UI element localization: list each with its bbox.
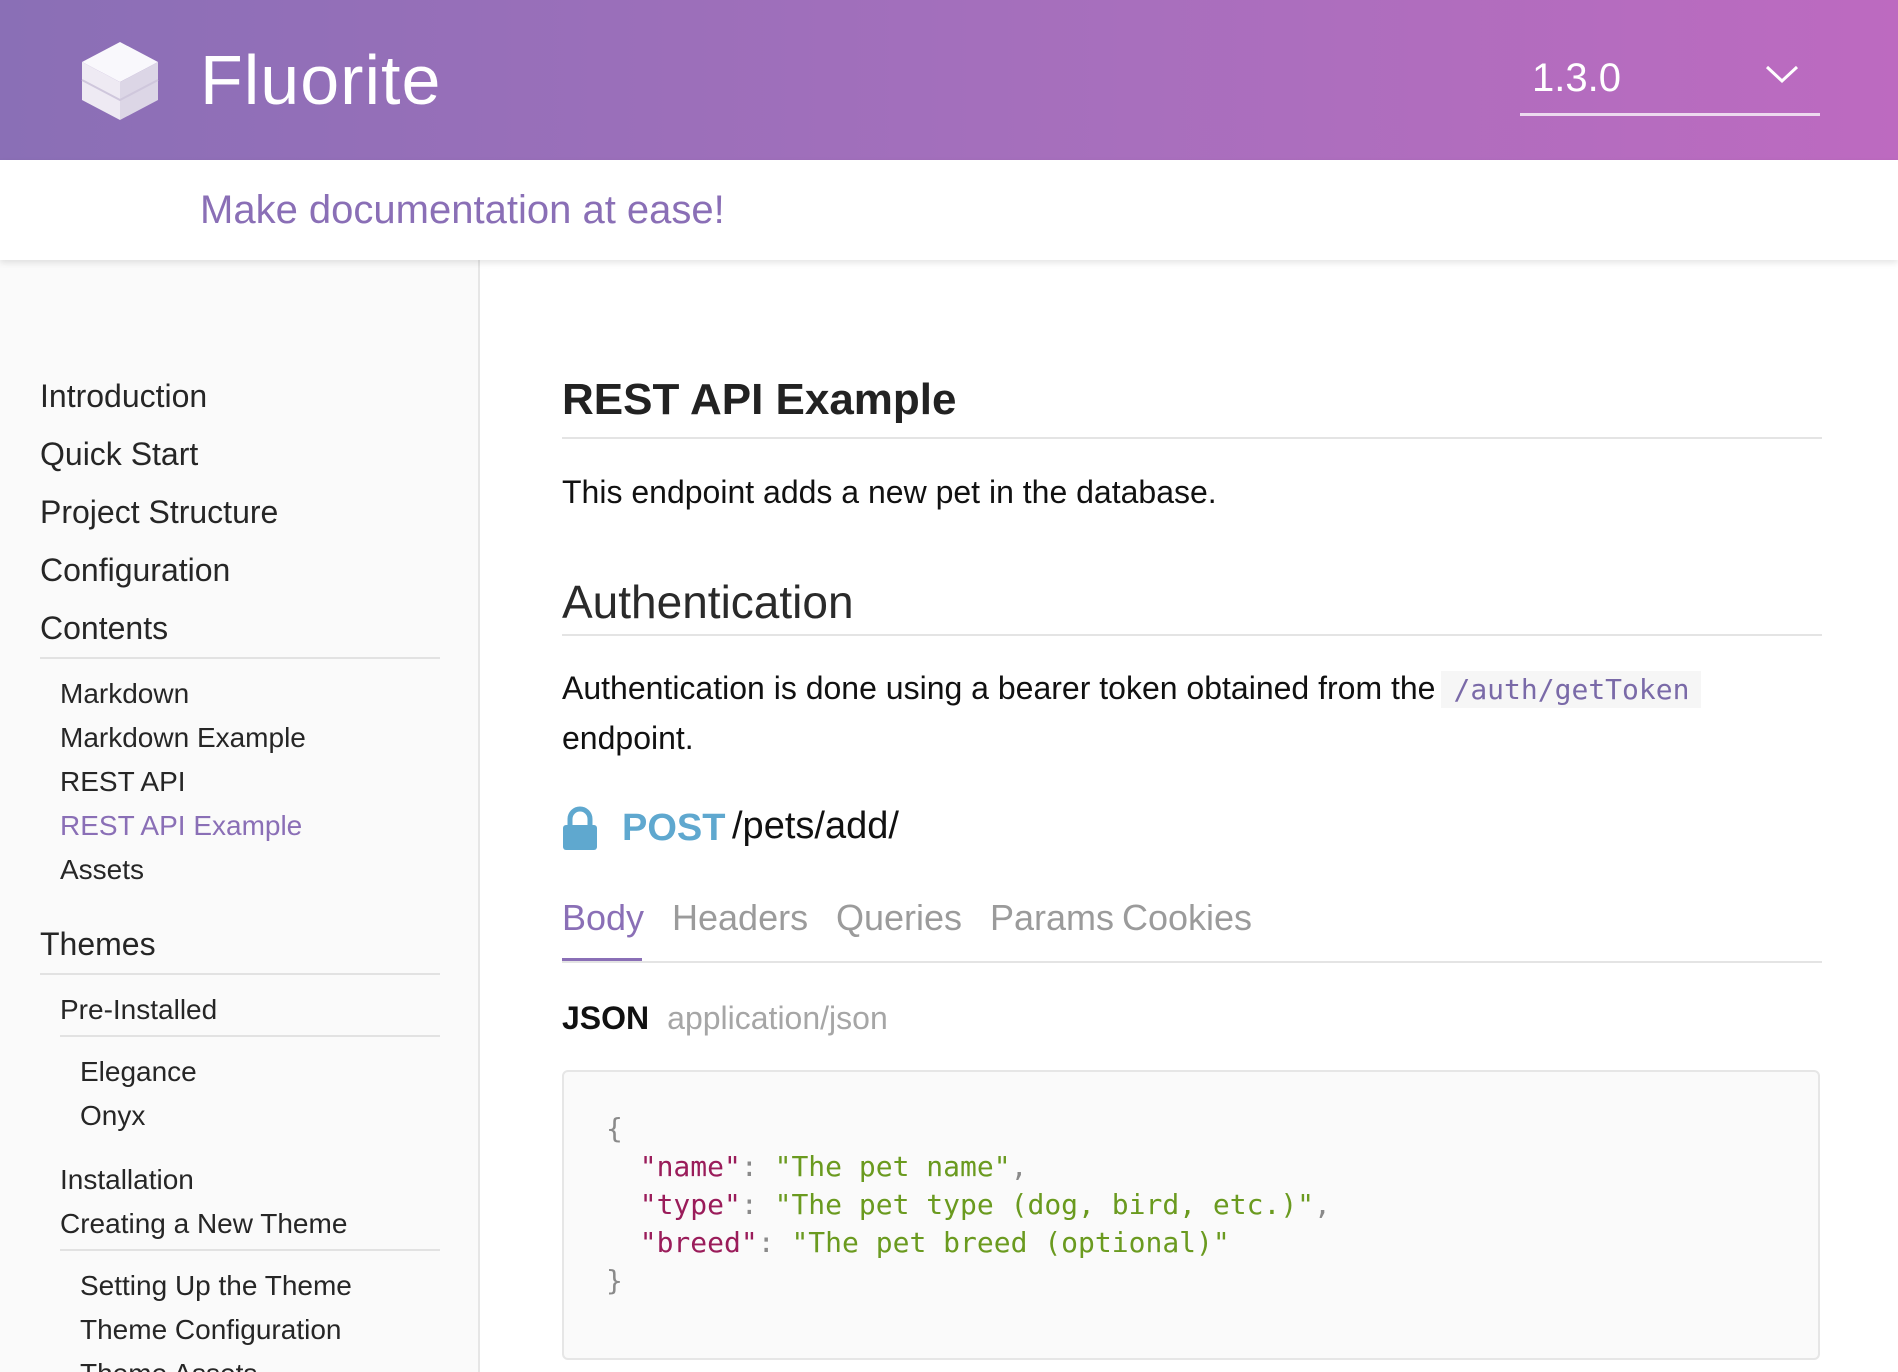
sidebar-item-rest-api[interactable]: REST API bbox=[60, 764, 186, 800]
sidebar-item-introduction[interactable]: Introduction bbox=[40, 376, 207, 416]
code-brace-close: } bbox=[606, 1264, 623, 1297]
code-value: "The pet breed (optional)" bbox=[791, 1226, 1230, 1259]
tagline: Make documentation at ease! bbox=[200, 188, 725, 232]
sidebar-item-setting-up-theme[interactable]: Setting Up the Theme bbox=[80, 1268, 352, 1304]
intro-text: This endpoint adds a new pet in the data… bbox=[562, 474, 1217, 510]
app-title[interactable]: Fluorite bbox=[200, 36, 441, 124]
sidebar-item-contents[interactable]: Contents bbox=[40, 608, 168, 648]
code-value: "The pet name" bbox=[774, 1150, 1011, 1183]
sidebar-item-rest-api-example[interactable]: REST API Example bbox=[60, 808, 302, 844]
cube-logo-icon[interactable] bbox=[78, 38, 162, 122]
sidebar-item-installation[interactable]: Installation bbox=[60, 1162, 194, 1198]
sidebar-divider bbox=[40, 657, 440, 659]
code-line: "breed": "The pet breed (optional)" bbox=[639, 1226, 1230, 1259]
code-line: { bbox=[606, 1110, 623, 1148]
sidebar-item-project-structure[interactable]: Project Structure bbox=[40, 492, 278, 532]
tab-cookies[interactable]: Cookies bbox=[1122, 888, 1252, 948]
code-brace-open: { bbox=[606, 1112, 623, 1145]
sidebar-item-theme-assets[interactable]: Theme Assets bbox=[80, 1356, 257, 1372]
version-value: 1.3.0 bbox=[1532, 56, 1621, 100]
sidebar-item-themes[interactable]: Themes bbox=[40, 924, 156, 964]
code-line: "type": "The pet type (dog, bird, etc.)"… bbox=[639, 1188, 1331, 1221]
tab-queries[interactable]: Queries bbox=[836, 888, 962, 948]
body-format-label: JSON bbox=[562, 1000, 650, 1036]
subheader: Make documentation at ease! bbox=[0, 160, 1898, 260]
sidebar-divider bbox=[60, 1035, 440, 1037]
tab-headers[interactable]: Headers bbox=[672, 888, 808, 948]
sidebar-item-configuration[interactable]: Configuration bbox=[40, 550, 230, 590]
code-value: "The pet type (dog, bird, etc.)" bbox=[774, 1188, 1315, 1221]
code-line: } bbox=[606, 1262, 623, 1300]
sidebar-item-onyx[interactable]: Onyx bbox=[80, 1098, 145, 1134]
lock-icon bbox=[563, 806, 597, 850]
sidebar-divider bbox=[60, 1249, 440, 1251]
version-dropdown[interactable]: 1.3.0 bbox=[1520, 48, 1820, 116]
page-title: REST API Example bbox=[562, 375, 957, 424]
body-format-heading: JSON application/json bbox=[562, 1000, 888, 1037]
section-divider bbox=[562, 634, 1822, 636]
sidebar-item-elegance[interactable]: Elegance bbox=[80, 1054, 197, 1090]
auth-text-before: Authentication is done using a bearer to… bbox=[562, 670, 1436, 706]
tab-body[interactable]: Body bbox=[562, 888, 644, 948]
auth-text-after: endpoint. bbox=[562, 720, 694, 756]
app-header: Fluorite 1.3.0 bbox=[0, 0, 1898, 160]
http-method: POST bbox=[622, 807, 726, 849]
sidebar-item-quick-start[interactable]: Quick Start bbox=[40, 434, 198, 474]
main-content: REST API Example This endpoint adds a ne… bbox=[480, 260, 1898, 1372]
sidebar-nav: Introduction Quick Start Project Structu… bbox=[0, 260, 480, 1372]
body-mime-type: application/json bbox=[667, 1000, 888, 1036]
sidebar-item-creating-new-theme[interactable]: Creating a New Theme bbox=[60, 1206, 347, 1242]
title-divider bbox=[562, 437, 1822, 439]
auth-endpoint-code: /auth/getToken bbox=[1441, 671, 1702, 708]
authentication-text: Authentication is done using a bearer to… bbox=[562, 664, 1822, 762]
code-key: "breed" bbox=[639, 1226, 758, 1259]
sidebar-item-theme-configuration[interactable]: Theme Configuration bbox=[80, 1312, 341, 1348]
sidebar-item-pre-installed[interactable]: Pre-Installed bbox=[60, 992, 217, 1028]
sidebar-item-markdown-example[interactable]: Markdown Example bbox=[60, 720, 306, 756]
sidebar-divider bbox=[40, 973, 440, 975]
code-key: "type" bbox=[639, 1188, 741, 1221]
code-key: "name" bbox=[639, 1150, 741, 1183]
json-code-block[interactable]: { "name": "The pet name", "type": "The p… bbox=[562, 1070, 1820, 1360]
sidebar-item-markdown[interactable]: Markdown bbox=[60, 676, 189, 712]
section-title-authentication: Authentication bbox=[562, 576, 854, 628]
endpoint-path: /pets/add/ bbox=[732, 805, 899, 847]
tab-params[interactable]: Params bbox=[990, 888, 1114, 948]
code-line: "name": "The pet name", bbox=[639, 1150, 1028, 1183]
tabs-divider bbox=[562, 961, 1822, 963]
sidebar-item-assets[interactable]: Assets bbox=[60, 852, 144, 888]
chevron-down-icon bbox=[1765, 65, 1799, 84]
